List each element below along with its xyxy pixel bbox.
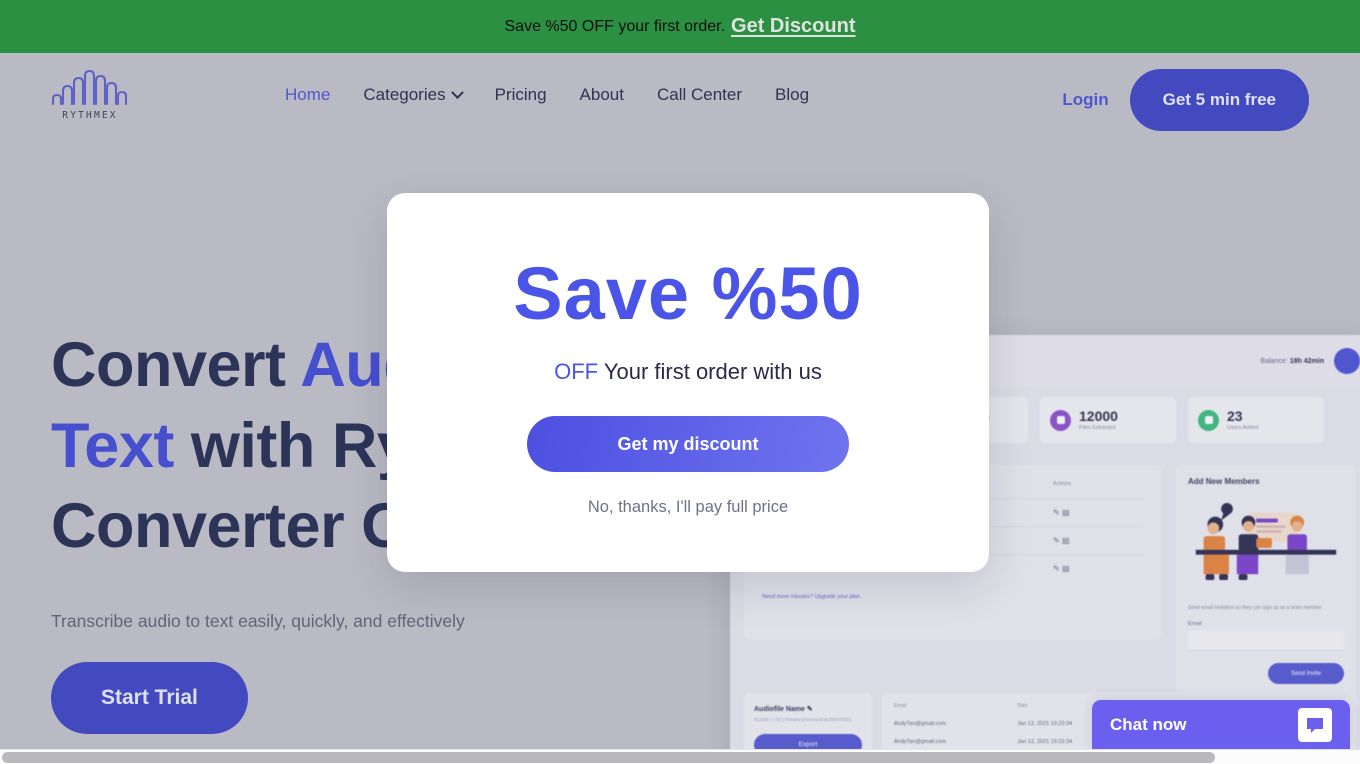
chat-label: Chat now	[1110, 715, 1187, 734]
decline-discount-link[interactable]: No, thanks, I'll pay full price	[588, 498, 788, 517]
chat-widget[interactable]: Chat now	[1092, 700, 1350, 750]
discount-modal: Save %50 OFF Your first order with us Ge…	[387, 193, 989, 572]
horizontal-scrollbar[interactable]	[0, 749, 1360, 764]
get-my-discount-button[interactable]: Get my discount	[527, 416, 849, 472]
modal-title: Save %50	[513, 252, 863, 335]
modal-subtitle: OFF Your first order with us	[554, 359, 822, 384]
scrollbar-thumb[interactable]	[2, 752, 1215, 763]
chat-bubble-icon	[1298, 708, 1332, 742]
page-root: Save %50 OFF your first order. Get Disco…	[0, 0, 1360, 764]
